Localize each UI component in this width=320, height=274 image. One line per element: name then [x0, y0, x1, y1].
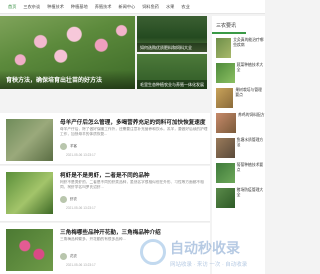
- sidebar-thumb[interactable]: [216, 138, 235, 158]
- article-desc: 柯虾不是男虾的，二者是不同的虾类品种，虽然名字很相似但在外形、习性等方面都不相同…: [60, 180, 204, 189]
- article-thumb[interactable]: [6, 229, 53, 271]
- side-thumb-caption: 毛里生态种植农业与养殖一体化发展: [137, 80, 207, 89]
- nav-item-home[interactable]: 首页: [8, 0, 16, 14]
- article-title[interactable]: 三角梅哪些品种开花勤，三角梅品种介绍: [60, 228, 161, 236]
- side-thumb-2[interactable]: 毛里生态种植农业与养殖一体化发展: [137, 54, 207, 89]
- sidebar-item[interactable]: 鱼塘水质管理方法: [216, 138, 265, 162]
- article-date: 2021-05-06 13:23:17: [66, 206, 96, 210]
- sidebar-item[interactable]: 蔬菜种植技术大全: [216, 63, 265, 87]
- sidebar-item-title[interactable]: 艾灸真的能治疗哪些疾病: [233, 38, 265, 62]
- article-item[interactable]: 柯虾是不是男虾，二者是不同的品种 柯虾不是男虾的，二者是不同的虾类品种，虽然名字…: [0, 166, 210, 222]
- nav-item-agri[interactable]: 农业: [181, 0, 189, 14]
- article-author: 羊客: [70, 144, 77, 148]
- article-desc: 母羊产仔后，除了做好保暖工作外，还需要注意补充营养和饮水。羔羊，要做好后续的护理…: [60, 127, 208, 136]
- sidebar-thumb[interactable]: [216, 38, 232, 58]
- sidebar-thumb[interactable]: [216, 188, 235, 208]
- sidebar-heading: 三农要讯: [212, 16, 246, 34]
- nav-item-base[interactable]: 种植基地: [71, 0, 88, 14]
- hero-banner[interactable]: 育秧方法，确保培育出壮苗的好方法: [0, 16, 135, 89]
- article-thumb[interactable]: [6, 119, 53, 161]
- avatar: [60, 253, 67, 260]
- sidebar-item-title[interactable]: 果树栽培与管理要点: [235, 88, 265, 112]
- sidebar-thumb[interactable]: [216, 63, 235, 83]
- nav-item-fruit[interactable]: 水果: [166, 0, 174, 14]
- sidebar-thumb[interactable]: [216, 113, 236, 133]
- article-author: 虾农: [70, 197, 77, 201]
- sidebar-item[interactable]: 艾灸真的能治疗哪些疾病: [216, 38, 265, 62]
- sidebar-item[interactable]: 猪场防疫管理大全: [216, 188, 265, 212]
- article-date: 2021-05-06 13:23:17: [66, 153, 96, 157]
- avatar: [60, 143, 67, 150]
- top-nav: 首页 三农杂谈 种植技术 种植基地 养殖技术 新闻中心 饲料鱼药 水果 农业: [0, 0, 265, 14]
- nav-item-planting[interactable]: 种植技术: [47, 0, 64, 14]
- article-item[interactable]: 三角梅哪些品种开花勤，三角梅品种介绍 三角梅品种繁多，开花勤的有很多品种... …: [0, 223, 210, 274]
- nav-item-breeding[interactable]: 养殖技术: [95, 0, 112, 14]
- article-item[interactable]: 母羊产仔后怎么管理，多喝营养充足的饲料可加快恢复速度 母羊产仔后，除了做好保暖工…: [0, 113, 210, 165]
- sidebar-item-title[interactable]: 猪场防疫管理大全: [237, 188, 265, 212]
- side-thumb-1[interactable]: 如何选购优质肥料和饲料大全: [137, 16, 207, 52]
- article-author: 花农: [70, 254, 77, 258]
- article-date: 2021-05-06 13:23:17: [66, 263, 96, 267]
- nav-item-feed[interactable]: 饲料鱼药: [142, 0, 159, 14]
- side-thumb-caption: 如何选购优质肥料和饲料大全: [137, 43, 207, 52]
- nav-item-news[interactable]: 新闻中心: [118, 0, 135, 14]
- sidebar-thumb[interactable]: [216, 163, 235, 183]
- sidebar-item[interactable]: 养鸡的饲料配方: [216, 113, 265, 137]
- sidebar-thumb[interactable]: [216, 88, 234, 108]
- article-thumb[interactable]: [6, 172, 53, 214]
- article-title[interactable]: 柯虾是不是男虾，二者是不同的品种: [60, 171, 150, 179]
- sidebar-item-title[interactable]: 葡萄种植技术要点: [237, 163, 265, 187]
- sidebar-item[interactable]: 果树栽培与管理要点: [216, 88, 265, 112]
- sidebar-item-title[interactable]: 鱼塘水质管理方法: [237, 138, 265, 162]
- nav-item-sannong[interactable]: 三农杂谈: [23, 0, 40, 14]
- avatar: [60, 196, 67, 203]
- sidebar-item-title[interactable]: 养鸡的饲料配方: [238, 113, 265, 137]
- sidebar-item[interactable]: 葡萄种植技术要点: [216, 163, 265, 187]
- sidebar-item-title[interactable]: 蔬菜种植技术大全: [237, 63, 265, 87]
- hero-caption[interactable]: 育秧方法，确保培育出壮苗的好方法: [0, 70, 135, 89]
- article-title[interactable]: 母羊产仔后怎么管理，多喝营养充足的饲料可加快恢复速度: [60, 118, 205, 126]
- article-desc: 三角梅品种繁多，开花勤的有很多品种...: [60, 237, 126, 241]
- article-meta: 羊客: [60, 143, 77, 150]
- article-meta: 花农: [60, 253, 77, 260]
- article-meta: 虾农: [60, 196, 77, 203]
- sidebar: 三农要讯 艾灸真的能治疗哪些疾病 蔬菜种植技术大全 果树栽培与管理要点 养鸡的饲…: [212, 16, 265, 274]
